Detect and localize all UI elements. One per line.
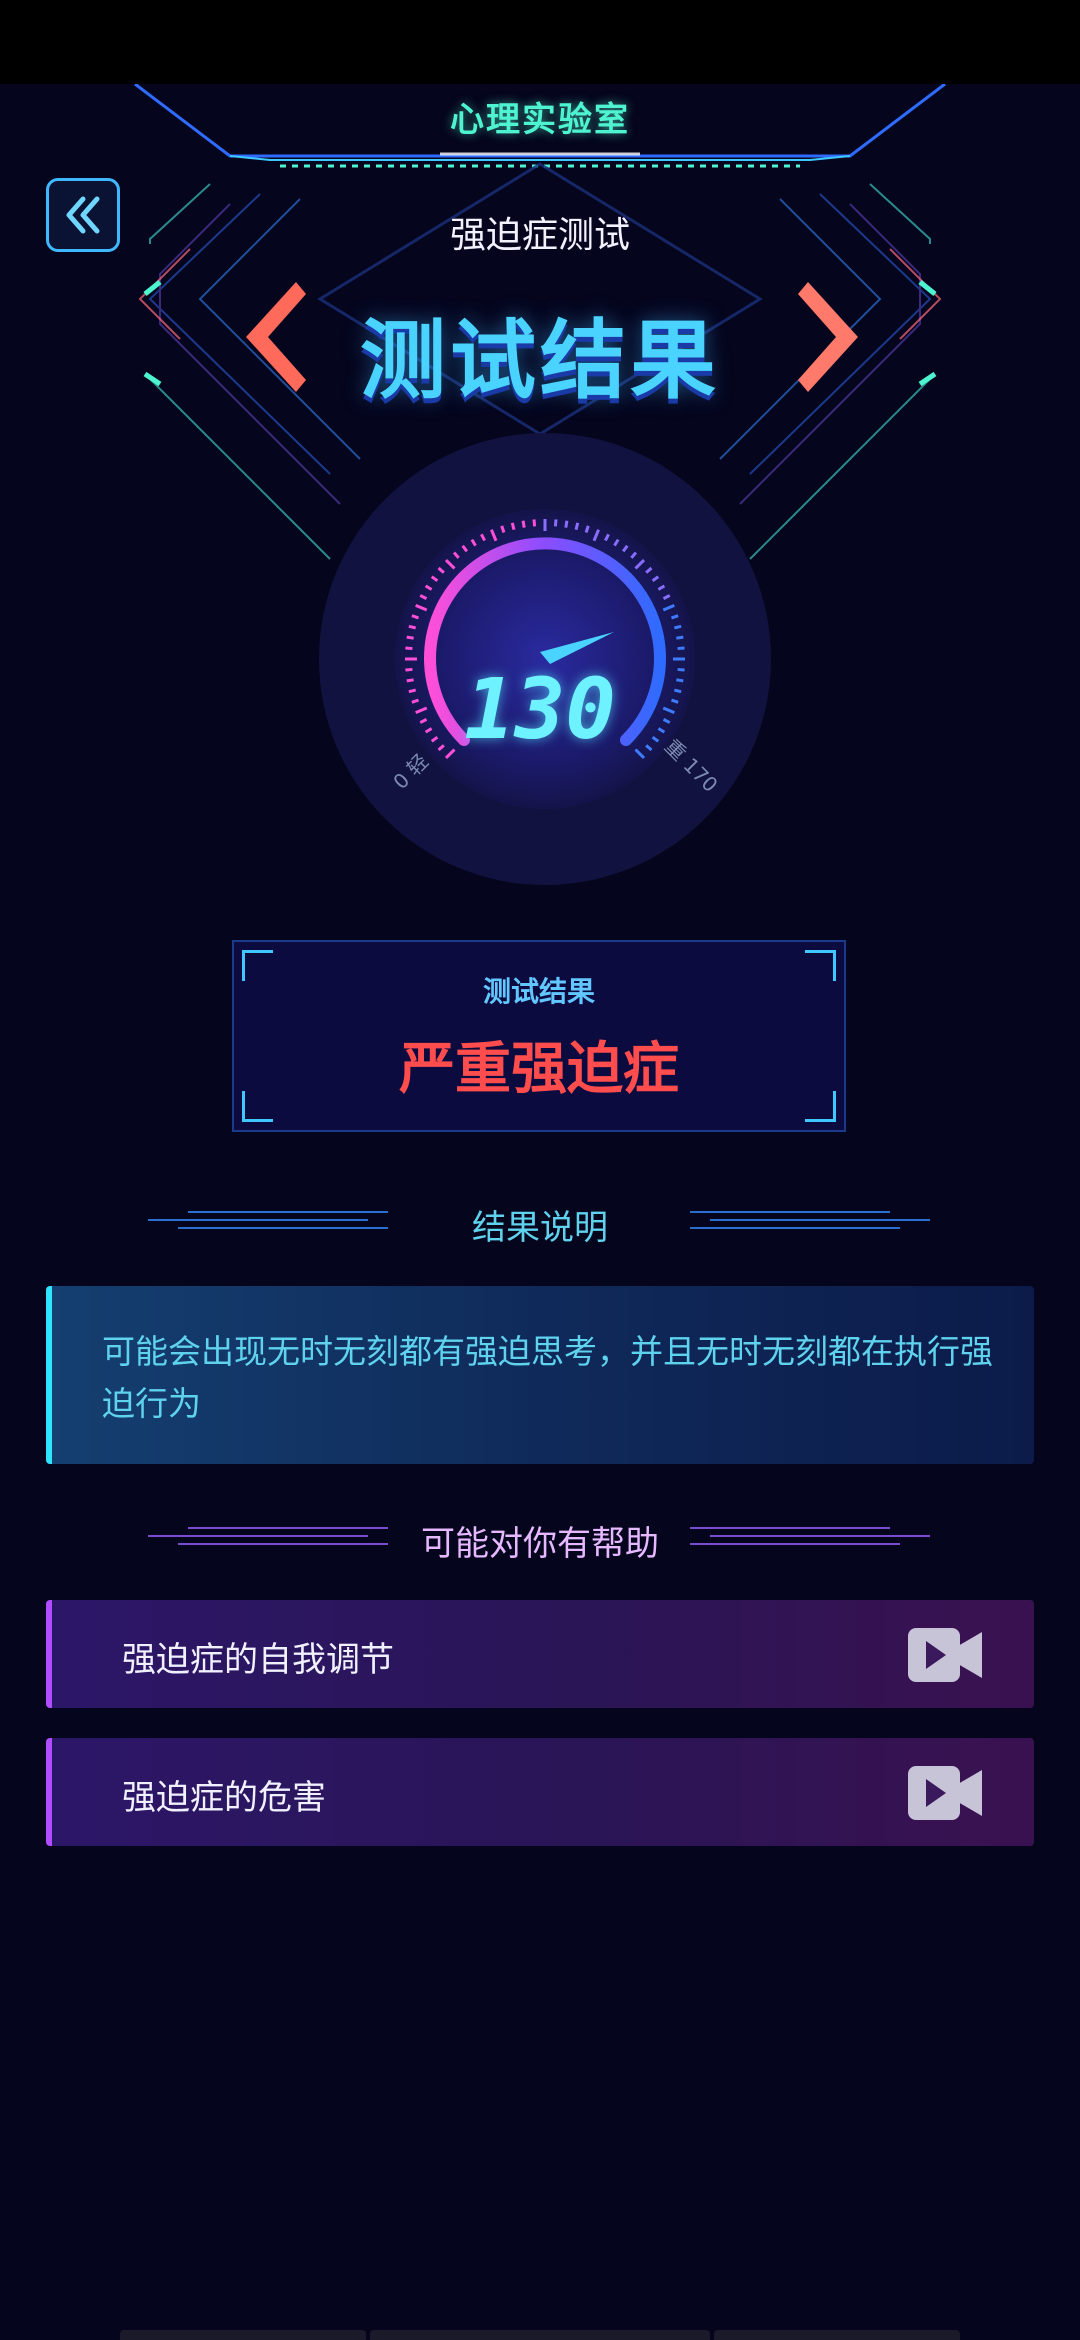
result-box-value: 严重强迫症 — [399, 1037, 679, 1102]
gauge-tick — [406, 635, 414, 640]
heading-lines-right — [690, 1527, 930, 1545]
gauge-tick — [408, 624, 417, 630]
gauge-tick — [584, 525, 590, 533]
nav-bar-segment — [370, 2330, 710, 2340]
gauge-tick — [411, 614, 419, 620]
result-box-label: 测试结果 — [482, 975, 595, 1008]
help-item-self-regulation[interactable]: 强迫症的自我调节 — [46, 1600, 1034, 1708]
help-item-label: 强迫症的危害 — [122, 1778, 326, 1818]
score-value: 130 — [464, 660, 616, 758]
gauge-tick — [673, 624, 682, 630]
help-heading: 可能对你有帮助 — [0, 1512, 1080, 1564]
status-bar — [0, 0, 1080, 84]
nav-bar-segment — [714, 2330, 960, 2340]
test-name: 强迫症测试 — [449, 215, 630, 256]
nav-bar-segment — [120, 2330, 366, 2340]
app-title: 心理实验室 — [450, 100, 630, 140]
result-box: 测试结果 严重强迫症 — [232, 940, 846, 1132]
explanation-text: 可能会出现无时无刻都有强迫思考，并且无时无刻都在执行强迫行为 — [102, 1332, 993, 1423]
score-gauge — [319, 433, 771, 885]
gauge-tick — [405, 646, 413, 651]
gauge-tick — [553, 519, 558, 527]
gauge-tick — [574, 522, 580, 531]
gauge-tick — [564, 520, 569, 528]
result-title: 测试结果 — [360, 311, 720, 411]
gauge-tick — [500, 525, 506, 533]
heading-lines-right — [690, 1211, 930, 1229]
gauge-tick — [510, 522, 516, 531]
gauge-tick — [671, 614, 679, 620]
gauge-tick — [532, 519, 537, 527]
gauge-tick — [521, 520, 526, 528]
video-icon — [908, 1766, 982, 1820]
video-icon — [908, 1628, 982, 1682]
gauge-tick — [676, 635, 684, 640]
help-item-harm[interactable]: 强迫症的危害 — [46, 1738, 1034, 1846]
explanation-card: 可能会出现无时无刻都有强迫思考，并且无时无刻都在执行强迫行为 — [46, 1286, 1034, 1464]
explanation-heading: 结果说明 — [0, 1196, 1080, 1248]
help-item-label: 强迫症的自我调节 — [122, 1640, 394, 1680]
gauge-tick — [677, 646, 685, 651]
